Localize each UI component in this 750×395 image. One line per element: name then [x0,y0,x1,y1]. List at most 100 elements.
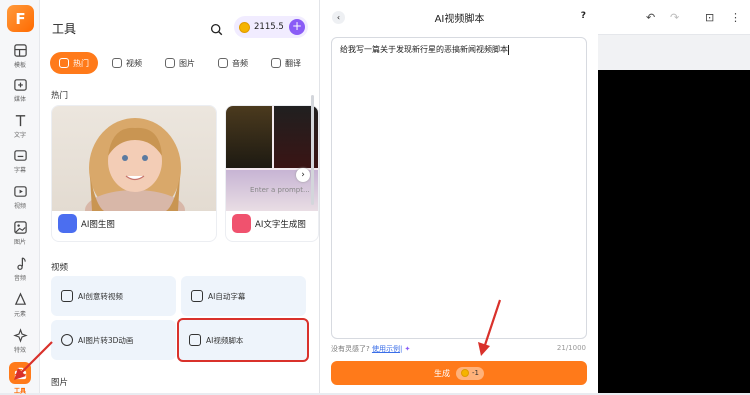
section-title-hot: 热门 [51,91,69,101]
search-button[interactable] [210,21,223,40]
video-icon [13,186,27,197]
tab-hot[interactable]: 热门 [50,52,98,74]
toolbox-icon [14,367,26,379]
text-icon [15,115,25,127]
generate-button[interactable]: 生成 -1 [331,361,587,385]
tab-video[interactable]: 视频 [103,52,151,74]
music-icon [16,257,26,270]
girl-portrait-image [52,106,216,211]
card-label: AI文字生成图 [255,219,306,230]
card-label: AI图生图 [81,219,115,230]
rail-item-audio[interactable]: 音频 [0,256,40,282]
subtitle-icon [191,290,203,302]
rail-item-label: 文字 [13,132,26,139]
tab-image[interactable]: 图片 [156,52,204,74]
card-ai-text-to-image[interactable]: Enter a prompt... › AI文字生成图 [225,105,319,242]
inspiration-hint: 没有灵感了? 使用示例| ✦ [331,344,410,354]
rail-item-text[interactable]: 文字 [0,113,40,139]
coin-amount: 2115.5 [254,22,284,32]
tab-audio[interactable]: 音频 [209,52,257,74]
effect-icon [12,328,28,343]
tool-ai-image-to-3d[interactable]: AI图片转3D动画 [51,320,176,360]
coin-balance[interactable]: 2115.5 + [234,16,308,38]
undo-icon[interactable]: ↶ [646,11,655,24]
coin-icon [239,21,250,33]
subtitle-icon [13,150,27,161]
redo-icon[interactable]: ↷ [670,11,679,24]
tool-ai-auto-subtitle[interactable]: AI自动字幕 [181,276,306,316]
rail-item-label: 工具 [13,388,26,395]
app-logo: F [7,5,34,32]
image-icon [13,221,27,234]
flame-icon [59,58,69,68]
rail-item-effect[interactable]: 特效 [0,328,40,354]
music-icon [218,58,228,68]
script-prompt-textarea[interactable]: 给我写一篇关于发现新行星的恶搞新闻视频脚本 [331,37,587,339]
generate-label: 生成 [434,368,450,378]
search-icon [210,23,223,36]
tool-label: AI创意转视频 [78,291,123,301]
rail-item-label: 模板 [13,62,26,69]
rail-item-video[interactable]: 视频 [0,184,40,210]
rail-item-image[interactable]: 图片 [0,220,40,246]
tool-ai-video-script[interactable]: AI视频脚本 [177,318,309,362]
rail-item-label: 特效 [13,347,26,354]
tab-label: 翻译 [285,58,301,68]
text-to-image-icon [232,214,251,233]
rail-item-subtitle[interactable]: 字幕 [0,148,40,174]
rail-item-label: 元素 [13,311,26,318]
rail-item-media[interactable]: 媒体 [0,77,40,103]
tools-panel: 工具 2115.5 + 热门 视频 图片 音频 翻译 热门 AI图生图 Ente… [40,0,319,393]
rail-item-label: 视频 [13,203,26,210]
panel-scrollbar[interactable] [311,95,314,205]
tab-label: 视频 [126,58,142,68]
tool-ai-creative-to-video[interactable]: AI创意转视频 [51,276,176,316]
dialog-title: AI视频脚本 [434,14,485,25]
tab-label: 热门 [73,58,89,68]
tab-label: 图片 [179,58,195,68]
screenshot-icon[interactable]: ⊡ [705,11,714,24]
tool-label: AI图片转3D动画 [78,335,134,345]
use-example-link[interactable]: 使用示例| [372,345,402,353]
rail-item-element[interactable]: 元素 [0,292,40,318]
rail-item-label: 音频 [13,275,26,282]
section-title-video: 视频 [51,263,69,273]
hint-text: 没有灵感了? [331,345,370,353]
rail-item-template[interactable]: 模板 [0,43,40,69]
script-icon [189,334,201,346]
rail-item-tools[interactable]: 工具 [0,362,40,395]
tool-label: AI自动字幕 [208,291,246,301]
video-icon [61,290,73,302]
3d-icon [61,334,73,346]
tab-label: 音频 [232,58,248,68]
preview-area: ↶ ↷ ⊡ ⋮ [598,0,750,393]
panel-title: 工具 [52,22,77,36]
section-title-image: 图片 [51,378,69,388]
rail-item-label: 媒体 [13,96,26,103]
tool-label: AI视频脚本 [206,335,244,345]
video-canvas[interactable] [598,70,750,393]
ai-video-script-dialog: ‹ AI视频脚本 ? 给我写一篇关于发现新行星的恶搞新闻视频脚本 没有灵感了? … [319,0,598,393]
tab-translate[interactable]: 翻译 [262,52,310,74]
next-arrow-button[interactable]: › [296,168,310,182]
help-button[interactable]: ? [581,11,586,21]
prompt-placeholder: Enter a prompt... [250,186,310,194]
image-icon [165,58,175,68]
card-caption: AI图生图 [58,214,115,233]
video-icon [112,58,122,68]
translate-icon [271,58,281,68]
card-caption: AI文字生成图 [232,214,306,233]
more-icon[interactable]: ⋮ [730,11,741,24]
rail-item-label: 图片 [13,239,26,246]
media-icon [13,79,27,91]
sample-images-collage: Enter a prompt... › [226,106,318,211]
tool-tabs: 热门 视频 图片 音频 翻译 [50,52,310,74]
cost-badge: -1 [456,366,484,380]
image-to-image-icon [58,214,77,233]
rail-item-label: 字幕 [13,167,26,174]
coin-icon [461,369,469,377]
sparkle-icon: ✦ [404,345,411,353]
card-ai-image-to-image[interactable]: AI图生图 [51,105,217,242]
template-icon [13,44,27,57]
add-coins-button[interactable]: + [289,19,305,35]
